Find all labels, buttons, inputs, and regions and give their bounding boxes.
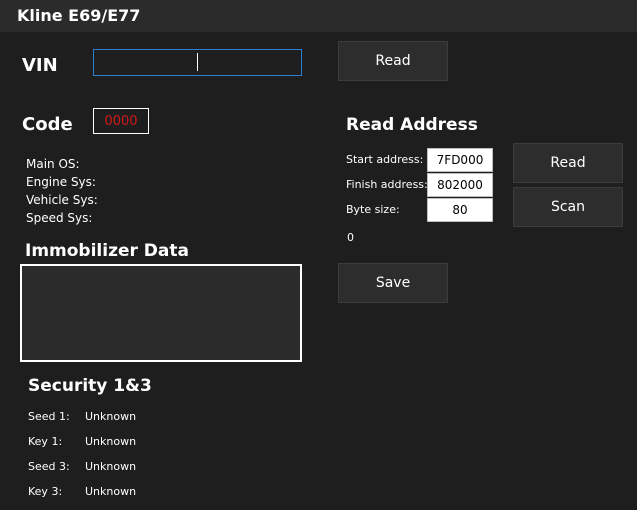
- seed3-value: Unknown: [85, 460, 137, 473]
- engine-sys-label: Engine Sys:: [26, 175, 96, 189]
- finish-address-input[interactable]: [427, 173, 493, 197]
- byte-size-input[interactable]: [427, 198, 493, 222]
- progress-count: 0: [347, 231, 354, 244]
- read-address-button[interactable]: Read: [513, 143, 623, 183]
- speed-sys-label: Speed Sys:: [26, 211, 93, 225]
- code-value: 0000: [93, 108, 149, 134]
- key1-value: Unknown: [85, 435, 137, 448]
- seed1-value: Unknown: [85, 410, 137, 423]
- immobilizer-data-textarea[interactable]: [20, 264, 302, 362]
- main-os-label: Main OS:: [26, 157, 80, 171]
- save-button[interactable]: Save: [338, 263, 448, 303]
- key3-label: Key 3:: [28, 485, 63, 498]
- finish-address-label: Finish address:: [346, 178, 428, 191]
- vin-read-button[interactable]: Read: [338, 41, 448, 81]
- key1-label: Key 1:: [28, 435, 63, 448]
- seed3-label: Seed 3:: [28, 460, 70, 473]
- read-address-title: Read Address: [346, 115, 478, 135]
- vehicle-sys-label: Vehicle Sys:: [26, 193, 98, 207]
- immobilizer-title: Immobilizer Data: [25, 241, 189, 261]
- code-label: Code: [22, 114, 73, 135]
- seed1-label: Seed 1:: [28, 410, 70, 423]
- byte-size-label: Byte size:: [346, 203, 400, 216]
- text-caret: [197, 53, 198, 71]
- vin-label: VIN: [22, 55, 58, 76]
- security-title: Security 1&3: [28, 376, 152, 396]
- key3-value: Unknown: [85, 485, 137, 498]
- scan-button[interactable]: Scan: [513, 187, 623, 227]
- start-address-input[interactable]: [427, 148, 493, 172]
- start-address-label: Start address:: [346, 153, 424, 166]
- window-title: Kline E69/E77: [17, 6, 141, 25]
